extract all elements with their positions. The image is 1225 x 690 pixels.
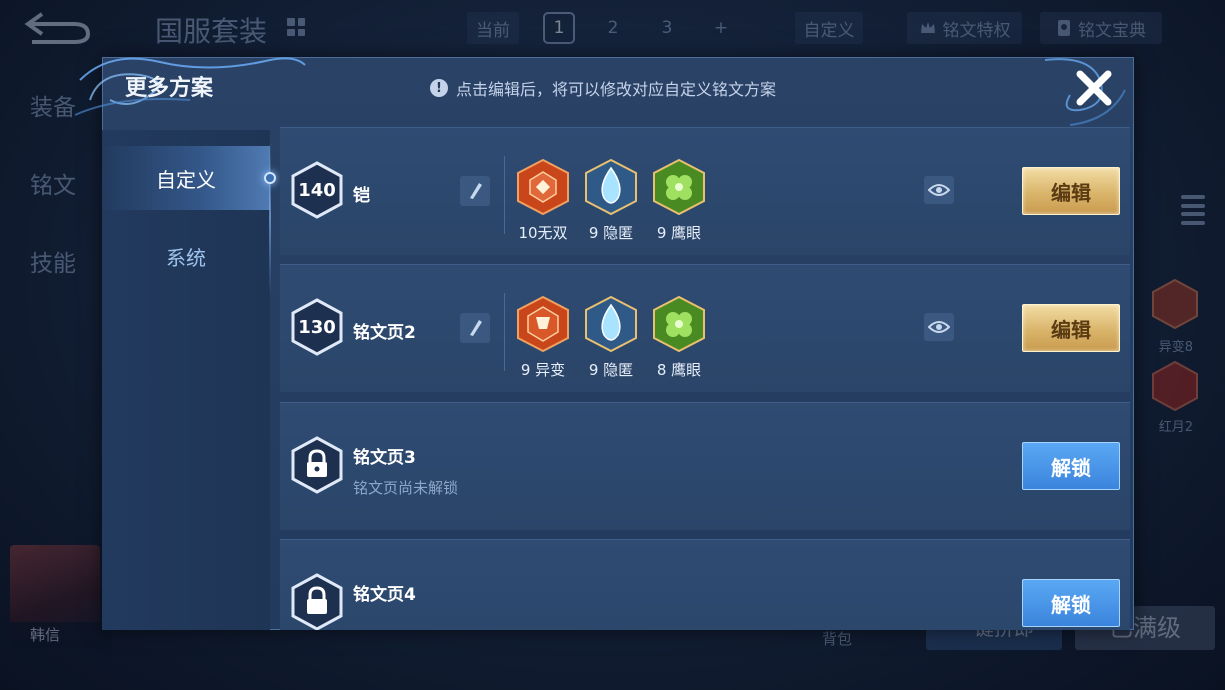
rune-mutation-icon — [1152, 278, 1198, 330]
rune-label: 10无双 — [518, 224, 568, 242]
rune-blue-icon — [585, 295, 637, 353]
bag-label[interactable]: 背包 — [822, 628, 852, 649]
custom-button[interactable]: 自定义 — [795, 12, 863, 44]
rune-page-card: 130 铭文页2 9 异变 9 隐匿 8 鹰眼 编辑 — [280, 264, 1130, 392]
rename-button[interactable] — [460, 176, 490, 206]
preview-button[interactable] — [924, 176, 954, 204]
hero-name: 韩信 — [10, 622, 112, 648]
privilege-button[interactable]: 铭文特权 — [907, 12, 1022, 44]
rune-label: 9 隐匿 — [588, 224, 634, 242]
rune-red-icon — [517, 158, 569, 216]
rune-label: 9 鹰眼 — [656, 224, 702, 242]
codex-button[interactable]: 铭文宝典 — [1040, 12, 1162, 44]
crown-icon — [920, 22, 935, 33]
close-icon[interactable] — [1072, 66, 1116, 110]
side-nav: 自定义 系统 — [102, 130, 270, 630]
unlock-button[interactable]: 解锁 — [1022, 442, 1120, 490]
divider — [504, 293, 505, 371]
rune-label: 8 鹰眼 — [656, 361, 702, 379]
privilege-label: 铭文特权 — [942, 20, 1011, 41]
menu-icon[interactable] — [1181, 195, 1205, 225]
locked-status: 铭文页尚未解锁 — [353, 479, 459, 497]
rune-page-card: 140 铠 10无双 9 隐匿 9 鹰眼 编辑 — [280, 127, 1130, 255]
add-page-tab[interactable]: + — [705, 12, 737, 44]
current-label: 当前 — [467, 12, 519, 44]
pencil-icon — [470, 320, 482, 336]
eye-icon — [928, 321, 950, 333]
page-tab-3[interactable]: 3 — [651, 12, 683, 44]
lock-icon — [291, 436, 343, 494]
dialog-title: 更多方案 — [125, 76, 214, 101]
eye-icon — [928, 184, 950, 196]
side-tab-skills[interactable]: 技能 — [30, 244, 76, 278]
book-icon — [1058, 20, 1070, 36]
rune-green-icon — [653, 295, 705, 353]
edit-button[interactable]: 编辑 — [1022, 167, 1120, 215]
page-name: 铭文页4 — [353, 585, 416, 605]
rune-page-card-locked: 铭文页3 铭文页尚未解锁 解锁 — [280, 402, 1130, 530]
page-name: 铠 — [353, 186, 370, 206]
rune-label-mutation: 异变8 — [1158, 340, 1193, 355]
hint-text: 点击编辑后，将可以修改对应自定义铭文方案 — [456, 80, 777, 99]
level-badge: 130 — [290, 297, 344, 357]
dialog-hint: ! 点击编辑后，将可以修改对应自定义铭文方案 — [430, 76, 776, 100]
codex-label: 铭文宝典 — [1078, 20, 1146, 41]
rune-green-icon — [653, 158, 705, 216]
rune-blue-icon — [585, 158, 637, 216]
rename-button[interactable] — [460, 313, 490, 343]
level-value: 140 — [298, 179, 336, 201]
page-tab-1[interactable]: 1 — [543, 12, 575, 44]
nav-active-indicator — [264, 172, 276, 184]
nav-tab-custom[interactable]: 自定义 — [102, 146, 270, 210]
pencil-icon — [470, 183, 482, 199]
rune-redmoon-icon — [1152, 360, 1198, 412]
rune-label: 9 异变 — [520, 361, 566, 379]
page-name: 铭文页3 — [353, 448, 416, 468]
level-value: 130 — [298, 316, 336, 338]
side-tab-runes[interactable]: 铭文 — [30, 166, 76, 200]
lock-icon — [291, 573, 343, 630]
level-badge: 140 — [290, 160, 344, 220]
info-icon: ! — [430, 79, 448, 97]
grid-icon[interactable] — [287, 18, 305, 36]
rune-label-redmoon: 红月2 — [1158, 420, 1193, 435]
preview-button[interactable] — [924, 313, 954, 341]
page-tab-2[interactable]: 2 — [597, 12, 629, 44]
nav-divider — [269, 140, 271, 295]
divider — [504, 156, 505, 234]
page-tabs: 1 2 3 + — [543, 12, 737, 44]
nav-tab-system[interactable]: 系统 — [102, 224, 270, 288]
unlock-button[interactable]: 解锁 — [1022, 579, 1120, 627]
rune-label: 9 隐匿 — [588, 361, 634, 379]
page-name: 铭文页2 — [353, 323, 416, 343]
rune-red-icon — [517, 295, 569, 353]
edit-button[interactable]: 编辑 — [1022, 304, 1120, 352]
rune-page-list: 140 铠 10无双 9 隐匿 9 鹰眼 编辑 130 铭文页2 9 异变 9 … — [280, 127, 1130, 630]
rune-page-card-locked: 铭文页4 解锁 — [280, 539, 1130, 630]
